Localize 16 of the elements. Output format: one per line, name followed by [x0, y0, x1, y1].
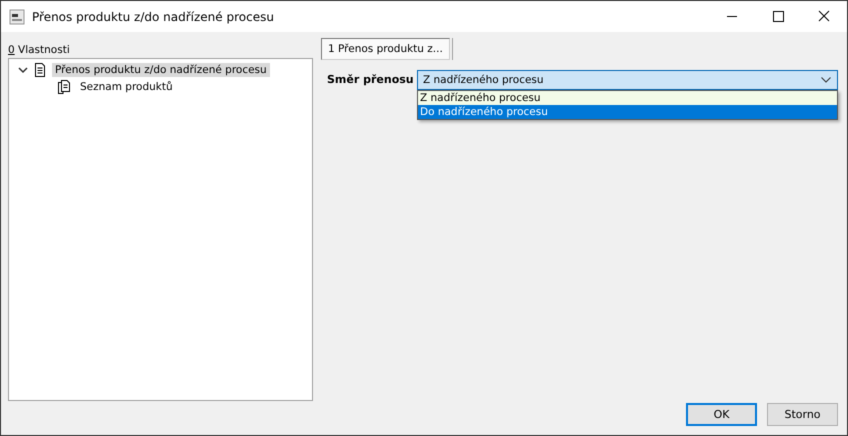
- tree-item[interactable]: Seznam produktů: [77, 80, 176, 94]
- tree-item[interactable]: Přenos produktu z/do nadřízené procesu: [52, 62, 270, 76]
- chevron-icon[interactable]: [18, 66, 28, 74]
- tab[interactable]: 1 Přenos produktu z...: [321, 38, 450, 60]
- panel-label: 0 Vlastnosti: [8, 43, 71, 58]
- dropdown-option[interactable]: Do nadřízeného procesu: [418, 105, 837, 119]
- dropdown-option[interactable]: Z nadřízeného procesu: [418, 91, 837, 105]
- dialog-button[interactable]: Storno: [767, 403, 838, 426]
- window-title: Přenos produktu z/do nadřízené procesu: [32, 10, 275, 24]
- field-label: Směr přenosu: [327, 72, 415, 88]
- dialog-button[interactable]: OK: [686, 403, 757, 426]
- documents-icon: [57, 80, 71, 94]
- document-icon: [34, 62, 46, 76]
- caret-icon: [821, 77, 831, 83]
- app-icon: [9, 8, 25, 24]
- dropdown-field[interactable]: Z nadřízeného procesu: [417, 70, 838, 90]
